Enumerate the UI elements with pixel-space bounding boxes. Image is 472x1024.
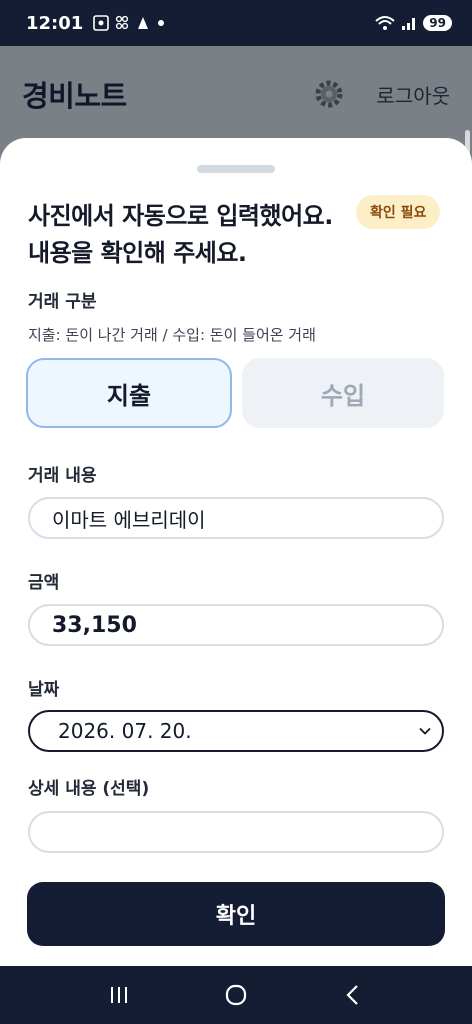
- home-icon: [225, 984, 247, 1006]
- amount-value: 33,150: [52, 612, 137, 638]
- type-hint: 지출: 돈이 나간 거래 / 수입: 돈이 들어온 거래: [28, 326, 316, 344]
- detail-input[interactable]: [28, 811, 444, 853]
- mascot-app-icon: [138, 17, 149, 29]
- header-actions: 로그아웃: [312, 77, 450, 111]
- logout-button[interactable]: 로그아웃: [376, 80, 450, 109]
- date-value: 2026. 07. 20.: [58, 719, 192, 743]
- sheet-drag-handle[interactable]: [197, 165, 275, 173]
- type-label: 거래 구분: [28, 292, 97, 312]
- back-icon: [346, 985, 359, 1005]
- amount-input[interactable]: 33,150: [28, 604, 444, 646]
- grid-app-icon: [116, 15, 129, 30]
- detail-label: 상세 내용 (선택): [28, 779, 150, 799]
- confirm-button[interactable]: 확인: [27, 882, 445, 946]
- recents-button[interactable]: [105, 981, 133, 1009]
- home-button[interactable]: [222, 981, 250, 1009]
- app-header: 경비노트 로그아웃: [0, 46, 472, 142]
- wifi-icon: [375, 16, 395, 30]
- description-label: 거래 내용: [28, 466, 97, 486]
- expense-toggle[interactable]: 지출: [26, 358, 232, 428]
- back-button[interactable]: [339, 981, 367, 1009]
- signal-icon: [402, 18, 416, 30]
- dot-icon: [158, 20, 165, 26]
- status-bar: 12:01 99: [0, 0, 472, 46]
- battery-icon: 99: [423, 15, 452, 31]
- recents-icon: [110, 987, 127, 1003]
- description-input[interactable]: 이마트 에브리데이: [28, 497, 444, 539]
- bottom-sheet: 사진에서 자동으로 입력했어요. 내용을 확인해 주세요. 확인 필요 거래 구…: [0, 138, 472, 966]
- notification-icons: [93, 15, 165, 31]
- app-title: 경비노트: [22, 79, 127, 113]
- status-time: 12:01: [26, 12, 84, 34]
- status-badge: 확인 필요: [356, 195, 441, 229]
- sheet-title: 사진에서 자동으로 입력했어요. 내용을 확인해 주세요.: [28, 202, 333, 267]
- gear-icon[interactable]: [312, 77, 346, 111]
- screenshot-icon: [93, 15, 110, 31]
- system-icons: 99: [375, 15, 452, 31]
- income-toggle[interactable]: 수입: [242, 358, 444, 428]
- chevron-down-icon: [419, 727, 431, 735]
- system-nav-bar: [0, 966, 472, 1024]
- description-value: 이마트 에브리데이: [52, 507, 206, 532]
- amount-label: 금액: [28, 573, 60, 593]
- date-label: 날짜: [28, 680, 60, 700]
- date-select[interactable]: 2026. 07. 20.: [28, 710, 444, 752]
